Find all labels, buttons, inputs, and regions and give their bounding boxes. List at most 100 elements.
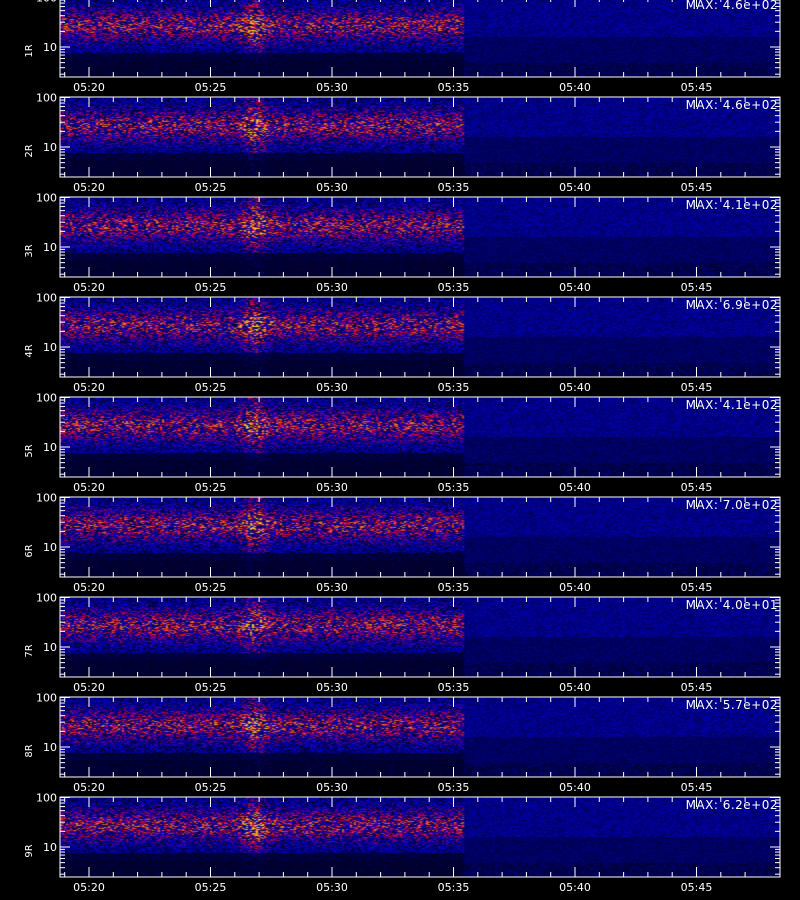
panel-label: 8R xyxy=(24,744,35,758)
x-tick-label: 05:35 xyxy=(438,281,470,294)
x-tick-label: 05:30 xyxy=(316,581,348,594)
y-tick-label: 10 xyxy=(43,41,57,54)
axes: 10 100 05:20 05:25 05:30 05:35 05:40 05:45 xyxy=(36,192,781,294)
panel-label: 1R xyxy=(24,44,35,58)
x-tick-label: 05:20 xyxy=(73,681,105,694)
x-tick-label: 05:35 xyxy=(438,681,470,694)
x-tick-label: 05:35 xyxy=(438,481,470,494)
max-value-label: MAX: 4.1e+02 xyxy=(685,398,778,412)
x-tick-label: 05:40 xyxy=(559,781,591,794)
x-tick-label: 05:20 xyxy=(73,81,105,94)
x-tick-label: 05:45 xyxy=(681,881,713,894)
x-tick-label: 05:35 xyxy=(438,881,470,894)
x-tick-label: 05:25 xyxy=(195,381,227,394)
x-tick-label: 05:20 xyxy=(73,581,105,594)
spectrogram-panel-8r: 10 100 05:20 05:25 05:30 05:35 05:40 05:45 8R MAX… xyxy=(0,692,800,797)
x-tick-label: 05:40 xyxy=(559,881,591,894)
x-tick-label: 05:25 xyxy=(195,581,227,594)
x-tick-label: 05:25 xyxy=(195,481,227,494)
x-tick-label: 05:30 xyxy=(316,481,348,494)
x-tick-label: 05:40 xyxy=(559,181,591,194)
x-tick-label: 05:30 xyxy=(316,781,348,794)
x-tick-label: 05:20 xyxy=(73,281,105,294)
spectrogram-panel-2r: 10 100 05:20 05:25 05:30 05:35 05:40 05:45 2R MAX… xyxy=(0,92,800,197)
x-tick-label: 05:25 xyxy=(195,281,227,294)
axes: 10 100 05:20 05:25 05:30 05:35 05:40 05:45 xyxy=(36,492,781,594)
panel-label: 2R xyxy=(24,144,35,158)
x-tick-label: 05:40 xyxy=(559,281,591,294)
x-tick-label: 05:30 xyxy=(316,281,348,294)
x-tick-label: 05:25 xyxy=(195,781,227,794)
axes: 10 100 05:20 05:25 05:30 05:35 05:40 05:45 xyxy=(36,92,781,194)
y-tick-label: 10 xyxy=(43,141,57,154)
max-value-label: MAX: 4.1e+02 xyxy=(685,198,778,212)
x-tick-label: 05:20 xyxy=(73,481,105,494)
y-tick-label: 100 xyxy=(36,592,57,605)
y-tick-label: 100 xyxy=(36,692,57,705)
spectrogram-panel-5r: 10 100 05:20 05:25 05:30 05:35 05:40 05:45 5R MAX… xyxy=(0,392,800,497)
y-tick-label: 10 xyxy=(43,441,57,454)
plot-frame xyxy=(59,196,781,278)
panel-label: 4R xyxy=(24,344,35,358)
max-value-label: MAX: 5.7e+02 xyxy=(685,698,778,712)
x-tick-label: 05:40 xyxy=(559,481,591,494)
plot-frame xyxy=(59,696,781,778)
spectrogram-panel-6r: 10 100 05:20 05:25 05:30 05:35 05:40 05:45 6R MAX… xyxy=(0,492,800,597)
x-tick-label: 05:45 xyxy=(681,281,713,294)
x-tick-label: 05:30 xyxy=(316,881,348,894)
y-tick-label: 10 xyxy=(43,341,57,354)
plot-frame xyxy=(59,0,781,78)
spectrogram-panel-3r: 10 100 05:20 05:25 05:30 05:35 05:40 05:45 3R MAX… xyxy=(0,192,800,297)
x-tick-label: 05:45 xyxy=(681,181,713,194)
plot-frame xyxy=(59,396,781,478)
axes: 10 100 05:20 05:25 05:30 05:35 05:40 05:45 xyxy=(36,0,781,94)
plot-frame xyxy=(59,796,781,878)
spectrogram-panel-1r: 10 100 05:20 05:25 05:30 05:35 05:40 05:45 1R MAX… xyxy=(0,0,800,97)
y-tick-label: 10 xyxy=(43,541,57,554)
axes: 10 100 05:20 05:25 05:30 05:35 05:40 05:45 xyxy=(36,392,781,494)
x-tick-label: 05:30 xyxy=(316,381,348,394)
panel-label: 7R xyxy=(24,644,35,658)
x-tick-label: 05:35 xyxy=(438,81,470,94)
y-tick-label: 10 xyxy=(43,841,57,854)
y-tick-label: 100 xyxy=(36,292,57,305)
x-tick-label: 05:35 xyxy=(438,181,470,194)
x-tick-label: 05:45 xyxy=(681,681,713,694)
x-tick-label: 05:20 xyxy=(73,781,105,794)
x-tick-label: 05:45 xyxy=(681,381,713,394)
x-tick-label: 05:30 xyxy=(316,681,348,694)
max-value-label: MAX: 4.6e+02 xyxy=(685,98,778,112)
axes: 10 100 05:20 05:25 05:30 05:35 05:40 05:45 xyxy=(36,292,781,394)
axes: 10 100 05:20 05:25 05:30 05:35 05:40 05:45 xyxy=(36,592,781,694)
y-tick-label: 100 xyxy=(36,0,57,5)
axes: 10 100 05:20 05:25 05:30 05:35 05:40 05:45 xyxy=(36,792,781,894)
x-tick-label: 05:45 xyxy=(681,481,713,494)
spectrogram-panel-7r: 10 100 05:20 05:25 05:30 05:35 05:40 05:45 7R MAX… xyxy=(0,592,800,697)
x-tick-label: 05:20 xyxy=(73,881,105,894)
x-tick-label: 05:40 xyxy=(559,681,591,694)
x-tick-label: 05:45 xyxy=(681,81,713,94)
x-tick-label: 05:40 xyxy=(559,581,591,594)
max-value-label: MAX: 4.0e+01 xyxy=(685,598,778,612)
max-value-label: MAX: 4.6e+02 xyxy=(685,0,778,12)
y-tick-label: 100 xyxy=(36,392,57,405)
plot-frame xyxy=(59,96,781,178)
max-value-label: MAX: 6.9e+02 xyxy=(685,298,778,312)
x-tick-label: 05:25 xyxy=(195,681,227,694)
x-tick-label: 05:25 xyxy=(195,881,227,894)
plot-frame xyxy=(59,496,781,578)
y-tick-label: 10 xyxy=(43,741,57,754)
x-tick-label: 05:35 xyxy=(438,781,470,794)
max-value-label: MAX: 7.0e+02 xyxy=(685,498,778,512)
x-tick-label: 05:40 xyxy=(559,381,591,394)
y-tick-label: 10 xyxy=(43,641,57,654)
y-tick-label: 100 xyxy=(36,92,57,105)
x-tick-label: 05:25 xyxy=(195,181,227,194)
x-tick-label: 05:25 xyxy=(195,81,227,94)
max-value-label: MAX: 6.2e+02 xyxy=(685,798,778,812)
x-tick-label: 05:45 xyxy=(681,781,713,794)
y-tick-label: 100 xyxy=(36,792,57,805)
plot-frame xyxy=(59,296,781,378)
axes: 10 100 05:20 05:25 05:30 05:35 05:40 05:45 xyxy=(36,692,781,794)
x-tick-label: 05:30 xyxy=(316,181,348,194)
